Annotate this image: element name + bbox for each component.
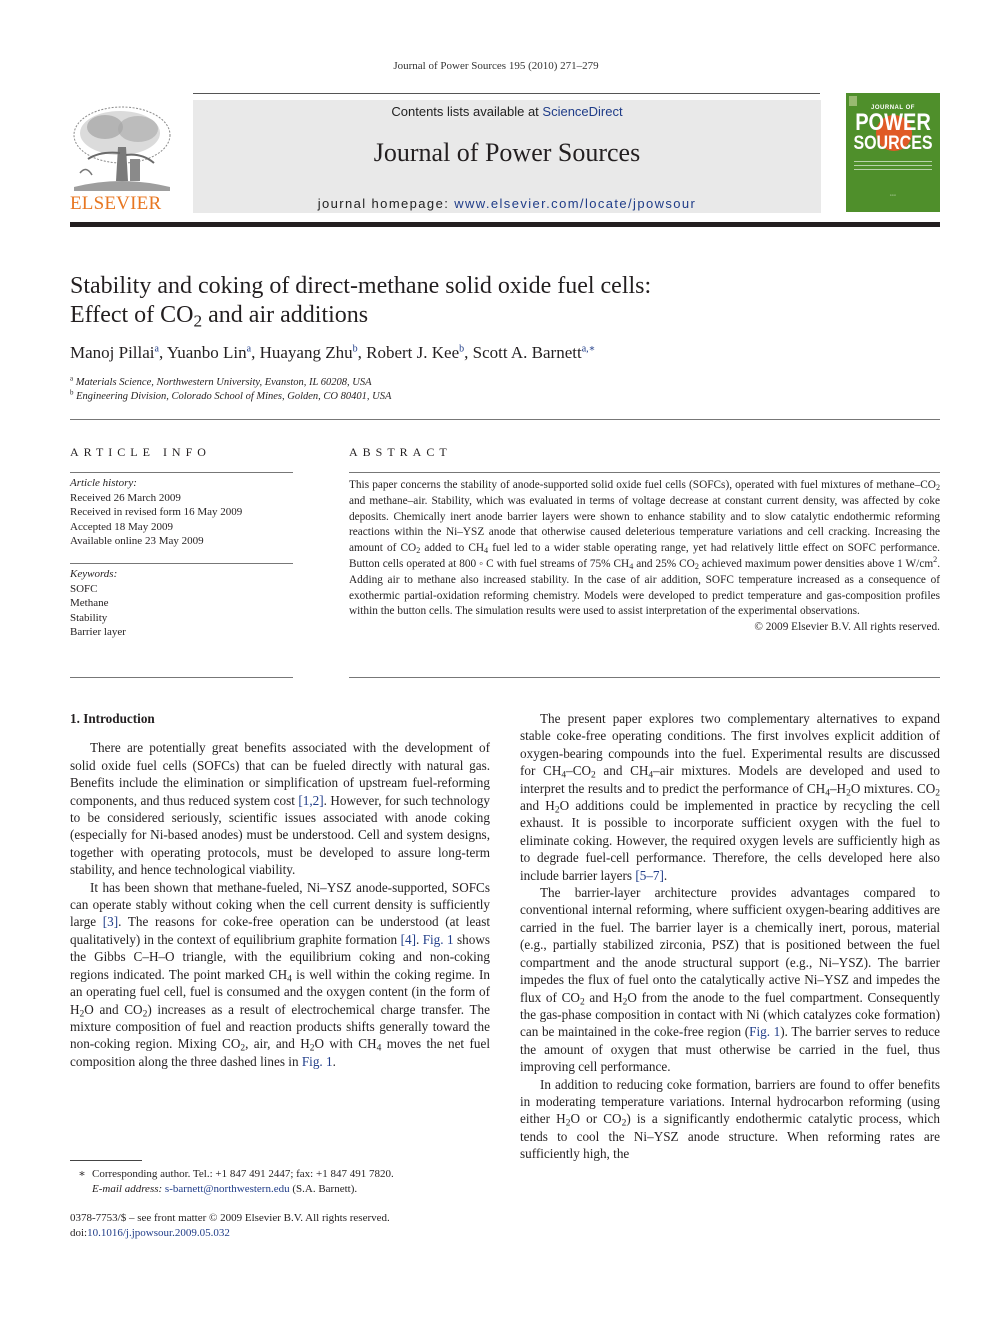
cover-subtitle-lines	[854, 161, 932, 173]
section-heading: 1. Introduction	[70, 711, 155, 726]
corresponding-author-footnote: ∗ Corresponding author. Tel.: +1 847 491 …	[70, 1167, 500, 1197]
history-label: Article history:	[70, 477, 137, 489]
affiliation-mark: a	[70, 374, 74, 383]
keyword: SOFC	[70, 582, 98, 595]
contents-availability: Contents lists available at ScienceDirec…	[193, 104, 821, 119]
history-item: Available online 23 May 2009	[70, 535, 204, 547]
author-list: Manoj Pillaia, Yuanbo Lina, Huayang Zhub…	[70, 343, 596, 362]
running-head: Journal of Power Sources 195 (2010) 271–…	[393, 60, 599, 72]
figure-link[interactable]: Fig. 1	[423, 932, 454, 947]
affiliation-mark[interactable]: a	[247, 343, 251, 354]
figure-link[interactable]: Fig. 1	[302, 1054, 333, 1069]
homepage-link[interactable]: www.elsevier.com/locate/jpowsour	[454, 196, 696, 211]
affiliation-text: Engineering Division, Colorado School of…	[76, 391, 392, 402]
citation-link[interactable]: [4]	[401, 932, 416, 947]
elsevier-tree-icon	[70, 103, 174, 193]
masthead-thick-rule	[70, 222, 940, 227]
author[interactable]: Yuanbo Lin	[167, 343, 247, 362]
elsevier-logo[interactable]: ELSEVIER	[70, 103, 176, 215]
article-title: Stability and coking of direct-methane s…	[70, 272, 940, 330]
divider	[70, 472, 293, 473]
keyword: Barrier layer	[70, 626, 126, 638]
affiliation-mark[interactable]: b	[353, 343, 358, 354]
author[interactable]: Robert J. Kee	[366, 343, 459, 362]
footnote-mark: ∗	[78, 1168, 86, 1180]
copyright: © 2009 Elsevier B.V. All rights reserved…	[754, 621, 940, 634]
abstract-text: This paper concerns the stability of ano…	[349, 478, 940, 636]
issn-doi: 0378-7753/$ – see front matter © 2009 El…	[70, 1211, 500, 1241]
homepage-label: journal homepage:	[317, 196, 455, 211]
title-text: and air additions	[202, 302, 369, 328]
issn-line: 0378-7753/$ – see front matter © 2009 El…	[70, 1212, 390, 1224]
email-suffix: (S.A. Barnett).	[289, 1183, 358, 1195]
corresponding-text: Corresponding author. Tel.: +1 847 491 2…	[92, 1168, 394, 1180]
sciencedirect-link[interactable]: ScienceDirect	[542, 104, 622, 119]
paragraph: In addition to reducing coke formation, …	[520, 1076, 940, 1162]
body-column-left: 1. Introduction There are potentially gr…	[70, 710, 490, 1070]
cover-sources: SOURCES	[853, 133, 933, 154]
keyword: Stability	[70, 611, 108, 624]
affiliations: a Materials Science, Northwestern Univer…	[70, 374, 940, 404]
doi-line: doi:10.1016/j.jpowsour.2009.05.032	[70, 1226, 500, 1241]
keywords-label: Keywords:	[70, 568, 118, 580]
paragraph: The present paper explores two complemen…	[520, 711, 940, 883]
doi-label: doi:	[70, 1227, 88, 1239]
affiliation-text: Materials Science, Northwestern Universi…	[75, 377, 372, 388]
journal-homepage: journal homepage: www.elsevier.com/locat…	[193, 196, 821, 211]
header-rule	[193, 93, 820, 94]
affiliation: b Engineering Division, Colorado School …	[70, 388, 940, 404]
paragraph: There are potentially great benefits ass…	[70, 740, 490, 878]
section-divider	[70, 419, 940, 420]
divider	[349, 677, 940, 678]
citation-link[interactable]: [1,2]	[298, 793, 323, 808]
email-link[interactable]: s-barnett@northwestern.edu	[165, 1183, 290, 1195]
title-line-1: Stability and coking of direct-methane s…	[70, 273, 652, 299]
cover-power: POWER	[855, 109, 931, 137]
figure-link[interactable]: Fig. 1	[749, 1024, 780, 1039]
author[interactable]: Huayang Zhu	[260, 343, 353, 362]
journal-name: Journal of Power Sources	[373, 138, 641, 167]
keywords: Keywords: SOFC Methane Stability Barrier…	[70, 567, 295, 640]
divider	[349, 472, 940, 473]
affiliation: a Materials Science, Northwestern Univer…	[70, 374, 940, 390]
elsevier-wordmark: ELSEVIER	[70, 193, 162, 214]
contents-label: Contents lists available at	[391, 104, 543, 119]
article-info-heading: ARTICLE INFO	[70, 445, 211, 459]
title-line-2: Effect of CO2 and air additions	[70, 301, 940, 330]
footnote-rule	[70, 1160, 142, 1161]
cover-sciencedirect-mark: ◦◦◦	[889, 193, 897, 199]
abstract-body: This paper concerns the stability of ano…	[349, 479, 941, 618]
citation-link[interactable]: [5–7]	[635, 868, 664, 883]
history-item: Received in revised form 16 May 2009	[70, 506, 243, 518]
citation-link[interactable]: [3]	[103, 914, 118, 929]
abstract-heading: ABSTRACT	[349, 445, 452, 459]
corresponding-line: ∗ Corresponding author. Tel.: +1 847 491 …	[70, 1167, 500, 1182]
doi-link[interactable]: 10.1016/j.jpowsour.2009.05.032	[87, 1227, 230, 1239]
email-line: E-mail address: s-barnett@northwestern.e…	[70, 1182, 500, 1197]
subscript: 2	[193, 311, 203, 331]
paragraph: It has been shown that methane-fueled, N…	[70, 879, 491, 1069]
title-text: Effect of CO	[70, 302, 194, 328]
journal-cover-image[interactable]: JOURNAL OF POWER SOURCES ◦◦◦	[846, 93, 940, 212]
email-label: E-mail address:	[92, 1183, 163, 1195]
author[interactable]: Manoj Pillai	[70, 343, 155, 362]
article-history: Article history: Received 26 March 2009 …	[70, 476, 295, 549]
affiliation-mark[interactable]: b	[459, 343, 464, 354]
body-column-right: The present paper explores two complemen…	[520, 710, 940, 1163]
journal-masthead: Contents lists available at ScienceDirec…	[193, 100, 821, 213]
affiliation-mark[interactable]: a,∗	[582, 343, 596, 354]
history-item: Accepted 18 May 2009	[70, 520, 173, 533]
affiliation-mark: b	[70, 388, 74, 397]
paragraph: The barrier-layer architecture provides …	[520, 885, 940, 1075]
history-item: Received 26 March 2009	[70, 491, 181, 504]
divider	[70, 677, 293, 678]
affiliation-mark[interactable]: a	[155, 343, 159, 354]
keyword: Methane	[70, 597, 109, 609]
author[interactable]: Scott A. Barnett	[473, 343, 582, 362]
divider	[70, 563, 293, 564]
